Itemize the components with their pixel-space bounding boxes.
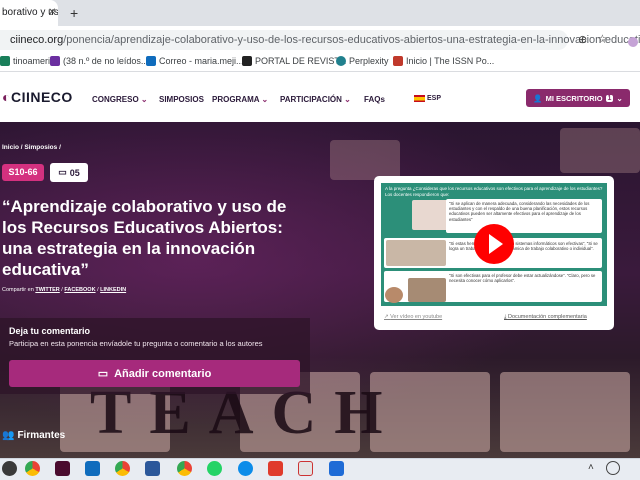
slide-image [408, 278, 446, 302]
my-desk-button[interactable]: 👤 MI ESCRITORIO 1 ⌄ [526, 89, 630, 107]
bookmark-favicon-icon [242, 56, 252, 66]
chrome-icon[interactable] [25, 461, 40, 476]
slide-quote: “Si se aplican de manera adecuada, consi… [449, 201, 590, 222]
play-icon [489, 234, 503, 254]
acrobat-icon[interactable] [268, 461, 283, 476]
bookmark-item[interactable]: Perplexity [336, 56, 389, 66]
url-host: ciineco.org [10, 34, 64, 46]
slide-image [386, 240, 446, 266]
background-block [500, 372, 630, 452]
user-icon: 👤 [533, 93, 543, 103]
chevron-down-icon: ⌄ [344, 95, 351, 104]
bookmark-item[interactable]: (38 n.º de no leídos... [50, 56, 148, 66]
nav-participacion[interactable]: PARTICIPACIÓN ⌄ [280, 95, 351, 104]
url-text[interactable]: ciineco.org/ponencia/aprendizaje-colabor… [10, 34, 640, 46]
comment-icon: ▭ [97, 368, 109, 380]
bookmark-item[interactable]: Inicio | The ISSN Po... [393, 56, 494, 66]
comment-heading: Deja tu comentario [9, 326, 91, 336]
slide-quote: “Si estas herramientas se usan en sistem… [449, 241, 598, 252]
search-icon[interactable] [2, 461, 17, 476]
close-icon[interactable]: ✕ [48, 7, 56, 18]
translate-icon[interactable]: ⊕ [578, 33, 587, 46]
spain-flag-icon[interactable] [414, 95, 425, 102]
share-linkedin-link[interactable]: LINKEDIN [100, 287, 126, 293]
chrome-icon[interactable] [177, 461, 192, 476]
indesign-icon[interactable] [55, 461, 70, 476]
pdf-icon[interactable] [298, 461, 313, 476]
nav-programa[interactable]: PROGRAMA ⌄ [212, 95, 268, 104]
nav-congreso[interactable]: CONGRESO ⌄ [92, 95, 148, 104]
breadcrumb[interactable]: Inicio / Simposios / [2, 144, 61, 151]
profile-avatar[interactable] [628, 37, 638, 47]
documentation-link[interactable]: ⤓ Documentación complementaria [504, 314, 587, 321]
chevron-down-icon: ⌄ [261, 95, 269, 104]
add-comment-button[interactable]: ▭ Añadir comentario [9, 360, 300, 387]
chevron-down-icon: ⌄ [140, 95, 148, 104]
page-title: “Aprendizaje colaborativo y uso de los R… [2, 197, 287, 279]
background-block [330, 140, 400, 180]
word-icon[interactable] [145, 461, 160, 476]
whatsapp-icon[interactable] [207, 461, 222, 476]
bookmark-item[interactable]: Correo - maria.meji... [146, 56, 244, 66]
bookmark-star-icon[interactable]: ☆ [597, 32, 608, 46]
comment-count-badge[interactable]: ▭ 05 [50, 163, 88, 182]
slide-photo [385, 287, 403, 303]
share-facebook-link[interactable]: FACEBOOK [64, 287, 95, 293]
share-links: Compartir en TWITTER / FACEBOOK / LINKED… [2, 287, 127, 293]
comment-icon: ▭ [58, 167, 67, 177]
slide-heading: A la pregunta ¿Consideras que los recurs… [385, 186, 603, 197]
nav-simposios[interactable]: SIMPOSIOS [159, 95, 204, 104]
chrome-icon[interactable] [115, 461, 130, 476]
site-logo[interactable]: ◐CIINECO [2, 89, 73, 105]
chevron-up-icon[interactable]: ˄ [588, 462, 594, 473]
bookmark-favicon-icon [0, 56, 10, 66]
youtube-link[interactable]: ↗ Ver vídeo en youtube [384, 314, 442, 320]
users-icon: 👥 [2, 430, 15, 441]
logo-mark-icon: ◐ [2, 89, 11, 105]
perplexity-icon [336, 56, 346, 66]
language-selector[interactable]: ESP [427, 95, 441, 102]
browser-tab-bar [0, 0, 640, 26]
url-path: /ponencia/aprendizaje-colaborativo-y-uso… [63, 34, 640, 46]
nav-faqs[interactable]: FAQs [364, 95, 385, 104]
background-block [560, 128, 640, 173]
outlook-icon [146, 56, 156, 66]
new-tab-icon[interactable]: + [70, 5, 78, 21]
share-twitter-link[interactable]: TWITTER [35, 287, 59, 293]
bookmark-item[interactable]: tinoameri... [0, 56, 58, 66]
signers-heading: 👥 Firmantes [2, 430, 66, 441]
bookmark-item[interactable]: PORTAL DE REVIST... [242, 56, 346, 66]
comment-subtext: Participa en esta ponencia envíadole tu … [9, 339, 263, 348]
outlook-icon[interactable] [85, 461, 100, 476]
bookmark-favicon-icon [393, 56, 403, 66]
session-code-badge: S10-66 [2, 164, 44, 181]
edge-icon[interactable] [238, 461, 253, 476]
clock-icon[interactable] [606, 461, 620, 475]
chevron-down-icon: ⌄ [616, 93, 623, 103]
bookmark-favicon-icon [50, 56, 60, 66]
notification-badge: 1 [605, 94, 614, 102]
slide-quote: “Si son efectivas para el profesor debe … [449, 273, 596, 284]
app-icon[interactable] [329, 461, 344, 476]
